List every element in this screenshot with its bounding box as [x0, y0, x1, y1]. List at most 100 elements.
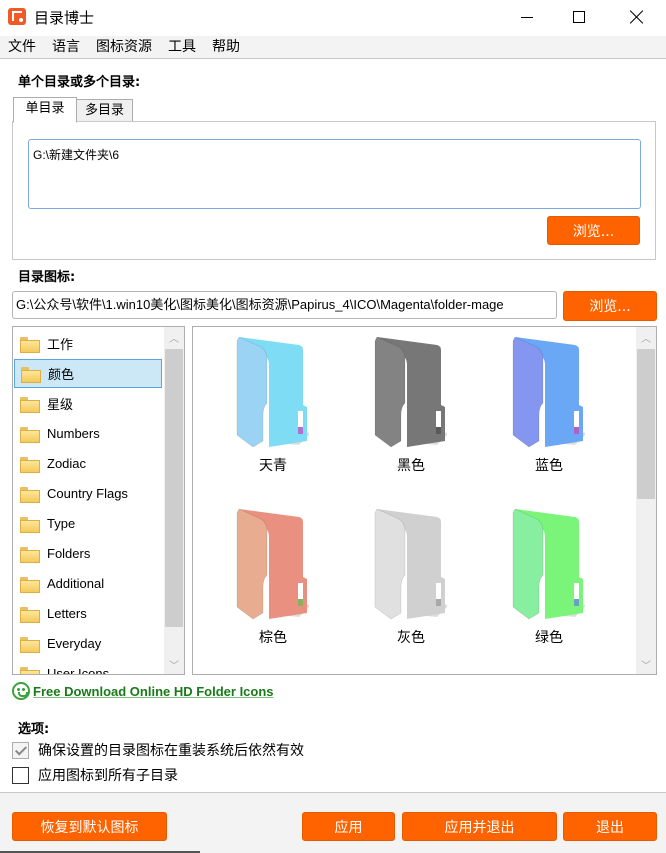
- icon-choice-label: 灰色: [397, 630, 425, 646]
- options-label: 选项:: [18, 722, 50, 737]
- category-item[interactable]: 星级: [14, 389, 162, 418]
- category-item[interactable]: Everyday: [14, 629, 162, 658]
- browse-icon-button[interactable]: 浏览...: [563, 291, 657, 321]
- category-label: Numbers: [47, 426, 100, 441]
- category-item[interactable]: Folders: [14, 539, 162, 568]
- scroll-down-icon[interactable]: ﹀: [636, 654, 656, 674]
- category-item[interactable]: Type: [14, 509, 162, 538]
- window-title: 目录博士: [34, 9, 95, 27]
- folder-icon: [21, 366, 41, 383]
- category-label: Additional: [47, 576, 105, 591]
- close-button[interactable]: [614, 0, 660, 34]
- icon-choice[interactable]: 绿色: [479, 499, 599, 649]
- directory-input[interactable]: G:\新建文件夹\6: [28, 139, 641, 209]
- app-logo-icon: [8, 8, 26, 25]
- option-apply-to-subdirs[interactable]: 应用图标到所有子目录: [12, 765, 178, 785]
- subdirs-checkbox[interactable]: [12, 766, 29, 784]
- menu-bar: 文件 语言 图标资源 工具 帮助: [0, 36, 666, 59]
- category-label: Type: [47, 516, 76, 531]
- option-persist-after-reinstall[interactable]: 确保设置的目录图标在重装系统后依然有效: [12, 740, 304, 760]
- category-scrollbar[interactable]: ︿ ﹀: [164, 327, 184, 674]
- minimize-button[interactable]: [504, 0, 550, 34]
- folder-icon: [236, 508, 309, 620]
- folder-icon: [512, 508, 585, 620]
- folder-icon: [20, 516, 40, 533]
- folder-icon: [374, 508, 447, 620]
- footer-bar: 恢复到默认图标 应用 应用并退出 退出: [0, 792, 666, 853]
- category-item[interactable]: Numbers: [14, 419, 162, 448]
- folder-icon: [20, 426, 40, 443]
- exit-button[interactable]: 退出: [563, 812, 657, 841]
- category-item[interactable]: Additional: [14, 569, 162, 598]
- scroll-up-icon[interactable]: ︿: [164, 327, 184, 347]
- icon-choice-label: 绿色: [535, 630, 563, 646]
- menu-file[interactable]: 文件: [0, 36, 44, 58]
- apply-button[interactable]: 应用: [302, 812, 395, 841]
- folder-icon: [20, 396, 40, 413]
- category-item[interactable]: User Icons: [14, 659, 162, 675]
- category-label: Folders: [47, 546, 91, 561]
- scroll-up-icon[interactable]: ︿: [636, 327, 656, 347]
- folder-icon: [20, 576, 40, 593]
- icon-choice[interactable]: 黑色: [341, 327, 461, 477]
- category-label: 星级: [47, 397, 74, 412]
- folder-icon: [20, 636, 40, 653]
- folder-icon: [20, 456, 40, 473]
- category-label: Everyday: [47, 636, 102, 651]
- apply-and-exit-button[interactable]: 应用并退出: [402, 812, 557, 841]
- icon-choice-label: 黑色: [397, 458, 425, 474]
- icon-choice[interactable]: 灰色: [341, 499, 461, 649]
- tab-multiple-directories[interactable]: 多目录: [76, 99, 133, 122]
- folder-icon: [20, 486, 40, 503]
- icon-choice[interactable]: 棕色: [203, 499, 323, 649]
- tab-single-directory[interactable]: 单目录: [13, 97, 77, 123]
- icon-choice[interactable]: 天青: [203, 327, 323, 477]
- icon-choice[interactable]: 蓝色: [479, 327, 599, 477]
- icon-path-input[interactable]: G:\公众号\软件\1.win10美化\图标美化\图标资源\Papirus_4\…: [12, 291, 557, 319]
- category-label: 工作: [47, 337, 74, 352]
- maximize-icon: [573, 11, 585, 23]
- folder-icon: [20, 606, 40, 623]
- close-icon: [630, 10, 644, 24]
- icon-grid-scrollbar[interactable]: ︿ ﹀: [636, 327, 656, 674]
- minimize-icon: [521, 16, 533, 18]
- category-item[interactable]: 颜色: [14, 359, 162, 388]
- icon-choice-label: 蓝色: [535, 458, 563, 474]
- category-item[interactable]: Country Flags: [14, 479, 162, 508]
- folder-icon: [512, 336, 585, 448]
- folder-icon: [236, 336, 309, 448]
- scroll-down-icon[interactable]: ﹀: [164, 654, 184, 674]
- category-item[interactable]: Letters: [14, 599, 162, 628]
- directories-label: 单个目录或多个目录:: [18, 75, 141, 90]
- directories-tab-panel: G:\新建文件夹\6 浏览...: [12, 121, 656, 260]
- category-label: Zodiac: [47, 456, 87, 471]
- download-link-row: Free Download Online HD Folder Icons: [12, 682, 274, 700]
- category-label: 颜色: [48, 367, 75, 382]
- maximize-button[interactable]: [556, 0, 602, 34]
- title-bar: 目录博士: [0, 0, 666, 34]
- folder-icon: [20, 546, 40, 563]
- browse-directory-button[interactable]: 浏览...: [547, 216, 640, 245]
- menu-language[interactable]: 语言: [44, 36, 88, 58]
- icon-grid-scroll-thumb[interactable]: [637, 349, 655, 499]
- category-item[interactable]: 工作: [14, 329, 162, 358]
- subdirs-checkbox-label: 应用图标到所有子目录: [38, 768, 178, 784]
- category-item[interactable]: Zodiac: [14, 449, 162, 478]
- persist-checkbox[interactable]: [12, 741, 29, 759]
- persist-checkbox-label: 确保设置的目录图标在重装系统后依然有效: [38, 743, 304, 759]
- menu-help[interactable]: 帮助: [204, 36, 248, 58]
- smiley-icon: [12, 682, 30, 700]
- menu-icon-resources[interactable]: 图标资源: [88, 36, 160, 58]
- menu-tools[interactable]: 工具: [160, 36, 204, 58]
- download-icons-link[interactable]: Free Download Online HD Folder Icons: [33, 684, 274, 699]
- restore-default-button[interactable]: 恢复到默认图标: [12, 812, 167, 841]
- icon-grid: 天青 黑色 蓝色棕色 灰色 绿色 ︿ ﹀: [192, 326, 657, 675]
- folder-icon: [20, 666, 40, 674]
- icon-choice-label: 棕色: [259, 630, 287, 646]
- category-label: User Icons: [47, 666, 110, 675]
- folder-icon: [374, 336, 447, 448]
- icon-choice-label: 天青: [259, 458, 287, 474]
- category-list: 工作颜色星级 Numbers Zodiac Country Flags Type Fold…: [12, 326, 185, 675]
- category-scroll-thumb[interactable]: [165, 349, 183, 627]
- icon-label: 目录图标:: [18, 270, 76, 285]
